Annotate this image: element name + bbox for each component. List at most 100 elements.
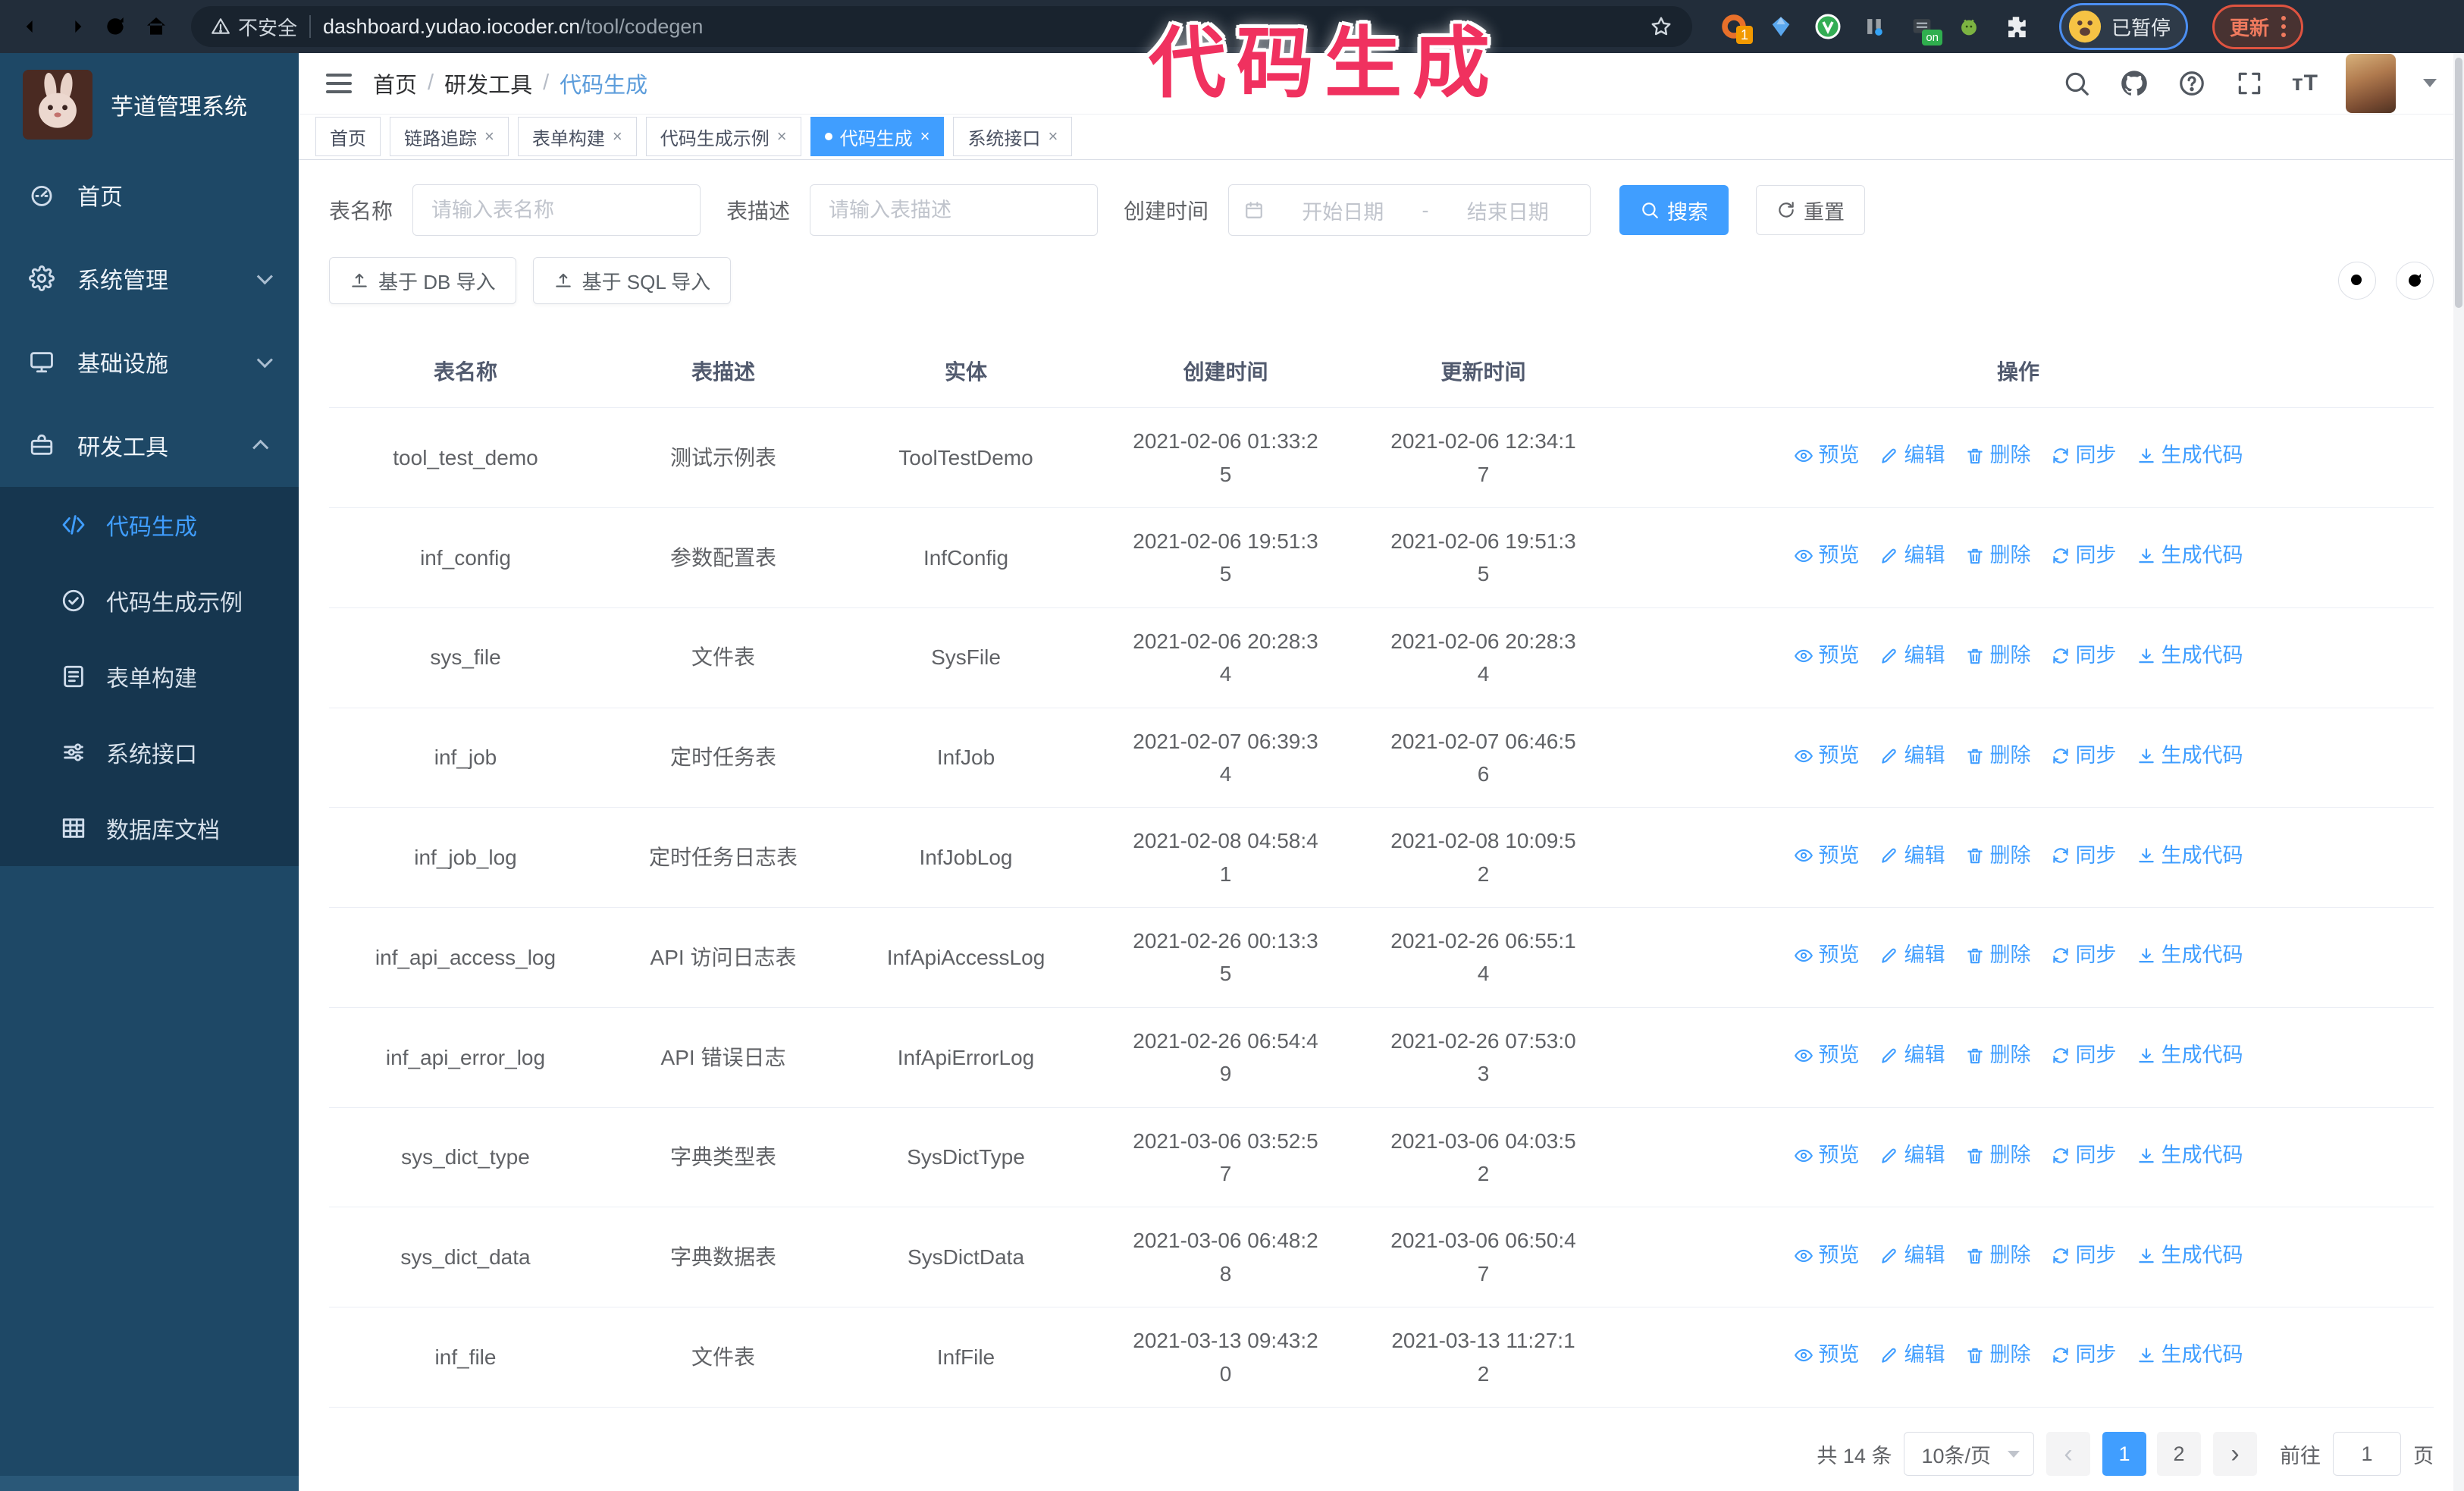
sidebar-item-首页[interactable]: 首页 [0,153,299,237]
sync-action-link[interactable]: 同步 [2051,640,2117,672]
edit-action-link[interactable]: 编辑 [1879,1240,1945,1272]
edit-action-link[interactable]: 编辑 [1879,640,1945,672]
eye-action-link[interactable]: 预览 [1794,1240,1860,1272]
tab-close-icon[interactable]: × [777,128,787,145]
fullscreen-icon[interactable] [2234,68,2265,99]
page-button-1[interactable]: 1 [2102,1432,2146,1476]
delete-action-link[interactable]: 删除 [1965,940,2031,972]
sync-action-link[interactable]: 同步 [2051,440,2117,472]
eye-action-link[interactable]: 预览 [1794,1040,1860,1072]
tab-代码生成[interactable]: 代码生成 × [810,117,945,157]
scrollbar-thumb[interactable] [2455,58,2462,308]
eye-action-link[interactable]: 预览 [1794,1339,1860,1371]
browser-reload-icon[interactable] [99,10,132,43]
sidebar-subitem-系统接口[interactable]: 系统接口 [0,714,299,790]
sidebar-item-研发工具[interactable]: 研发工具 [0,403,299,487]
edit-action-link[interactable]: 编辑 [1879,840,1945,872]
tab-close-icon[interactable]: × [920,128,930,145]
generate-code-action-link[interactable]: 生成代码 [2136,940,2243,972]
tab-首页[interactable]: 首页 [315,117,381,157]
sync-action-link[interactable]: 同步 [2051,1240,2117,1272]
tab-close-icon[interactable]: × [484,128,494,145]
edit-action-link[interactable]: 编辑 [1879,440,1945,472]
edit-action-link[interactable]: 编辑 [1879,1040,1945,1072]
sync-action-link[interactable]: 同步 [2051,540,2117,572]
eye-action-link[interactable]: 预览 [1794,940,1860,972]
tab-close-icon[interactable]: × [1048,128,1058,145]
browser-back-icon[interactable] [17,10,50,43]
edit-action-link[interactable]: 编辑 [1879,740,1945,772]
sidebar-collapse-strip[interactable] [0,1476,299,1491]
eye-action-link[interactable]: 预览 [1794,740,1860,772]
extension-ring-icon[interactable]: 1 [1719,12,1753,44]
date-range-picker[interactable]: 开始日期 - 结束日期 [1228,184,1591,237]
sync-action-link[interactable]: 同步 [2051,1339,2117,1371]
extension-puzzle-icon[interactable] [2002,12,2030,41]
delete-action-link[interactable]: 删除 [1965,740,2031,772]
goto-page-input[interactable] [2333,1432,2401,1476]
delete-action-link[interactable]: 删除 [1965,1240,2031,1272]
sidebar-subitem-代码生成示例[interactable]: 代码生成示例 [0,563,299,639]
header-search-icon[interactable] [2061,68,2092,99]
edit-action-link[interactable]: 编辑 [1879,540,1945,572]
breadcrumb-item[interactable]: 首页 [373,67,417,99]
extension-proxy-icon[interactable]: on [1908,12,1942,46]
sidebar-item-系统管理[interactable]: 系统管理 [0,237,299,320]
eye-action-link[interactable]: 预览 [1794,540,1860,572]
delete-action-link[interactable]: 删除 [1965,640,2031,672]
delete-action-link[interactable]: 删除 [1965,1140,2031,1172]
refresh-icon[interactable] [2396,262,2434,300]
edit-action-link[interactable]: 编辑 [1879,1339,1945,1371]
delete-action-link[interactable]: 删除 [1965,840,2031,872]
extension-v-icon[interactable] [1814,12,1842,41]
sync-action-link[interactable]: 同步 [2051,840,2117,872]
sync-action-link[interactable]: 同步 [2051,1040,2117,1072]
edit-action-link[interactable]: 编辑 [1879,1140,1945,1172]
delete-action-link[interactable]: 删除 [1965,440,2031,472]
generate-code-action-link[interactable]: 生成代码 [2136,1040,2243,1072]
prev-page-button[interactable]: ‹ [2046,1432,2090,1476]
sidebar-subitem-数据库文档[interactable]: 数据库文档 [0,790,299,866]
help-icon[interactable] [2177,68,2207,99]
breadcrumb-item[interactable]: 代码生成 [560,67,647,99]
font-size-icon[interactable]: тТ [2292,71,2318,96]
tab-表单构建[interactable]: 表单构建 × [517,117,637,157]
import-sql-button[interactable]: 基于 SQL 导入 [532,257,732,305]
delete-action-link[interactable]: 删除 [1965,1040,2031,1072]
table-name-input[interactable] [412,184,701,237]
bookmark-star-icon[interactable] [1650,15,1672,38]
logo[interactable]: 芋道管理系统 [0,53,299,153]
browser-menu-icon[interactable] [2281,16,2287,37]
generate-code-action-link[interactable]: 生成代码 [2136,540,2243,572]
reset-button[interactable]: 重置 [1756,185,1866,236]
table-desc-input[interactable] [810,184,1099,237]
generate-code-action-link[interactable]: 生成代码 [2136,440,2243,472]
page-size-select[interactable]: 10条/页 [1904,1432,2034,1476]
sync-action-link[interactable]: 同步 [2051,740,2117,772]
search-button[interactable]: 搜索 [1619,185,1729,236]
generate-code-action-link[interactable]: 生成代码 [2136,840,2243,872]
avatar-caret-icon[interactable] [2423,79,2437,88]
extension-columns-icon[interactable] [1861,12,1889,41]
eye-action-link[interactable]: 预览 [1794,440,1860,472]
next-page-button[interactable]: › [2213,1432,2257,1476]
tab-close-icon[interactable]: × [613,128,622,145]
delete-action-link[interactable]: 删除 [1965,1339,2031,1371]
page-button-2[interactable]: 2 [2157,1432,2201,1476]
generate-code-action-link[interactable]: 生成代码 [2136,1339,2243,1371]
extension-gem-icon[interactable] [1766,12,1795,41]
tab-系统接口[interactable]: 系统接口 × [953,117,1073,157]
edit-action-link[interactable]: 编辑 [1879,940,1945,972]
extension-bug-icon[interactable] [1955,12,1983,41]
toggle-search-icon[interactable] [2338,262,2376,300]
sidebar-subitem-表单构建[interactable]: 表单构建 [0,639,299,714]
sidebar-subitem-代码生成[interactable]: 代码生成 [0,487,299,563]
generate-code-action-link[interactable]: 生成代码 [2136,1240,2243,1272]
generate-code-action-link[interactable]: 生成代码 [2136,740,2243,772]
browser-forward-icon[interactable] [58,10,91,43]
github-icon[interactable] [2119,68,2149,99]
eye-action-link[interactable]: 预览 [1794,840,1860,872]
eye-action-link[interactable]: 预览 [1794,640,1860,672]
generate-code-action-link[interactable]: 生成代码 [2136,640,2243,672]
page-scrollbar[interactable] [2453,53,2464,1491]
